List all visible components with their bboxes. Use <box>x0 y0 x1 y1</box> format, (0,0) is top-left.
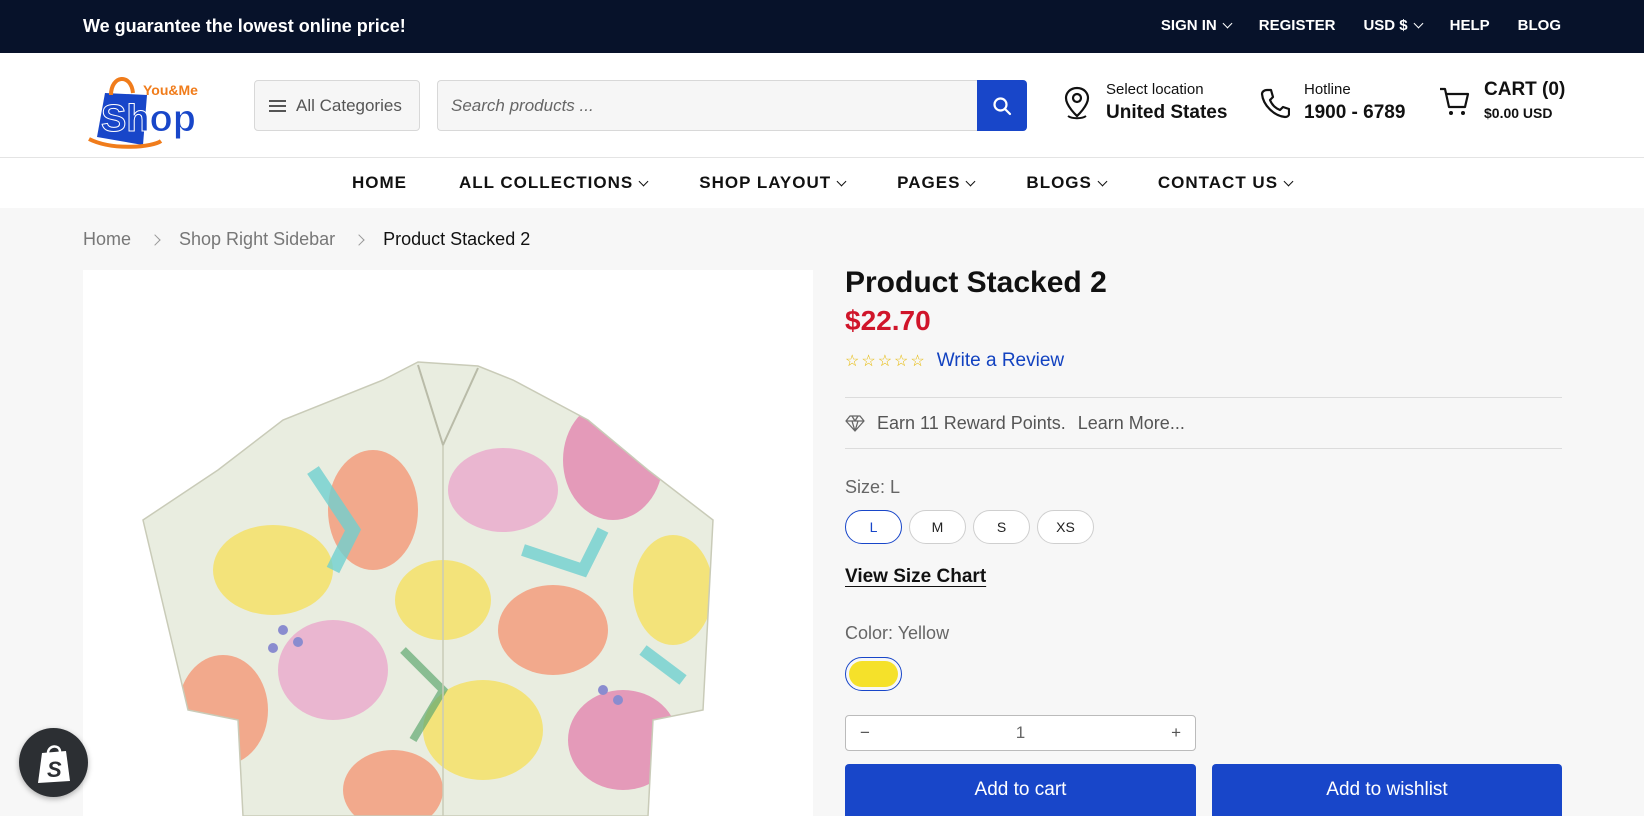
size-option-xs[interactable]: XS <box>1037 510 1094 544</box>
size-label: Size: L <box>845 477 901 497</box>
chevron-down-icon <box>638 176 649 186</box>
shop-logo[interactable]: You&Me Shop <box>83 65 215 150</box>
nav-shop-layout[interactable]: SHOP LAYOUT <box>699 173 847 193</box>
star-outline-icon: ☆ <box>894 353 909 370</box>
site-header: You&Me Shop All Categories Select locati… <box>0 53 1644 158</box>
reward-text: Earn 11 Reward Points. <box>877 412 1066 433</box>
location-pin-icon <box>1064 86 1090 119</box>
write-review-link[interactable]: Write a Review <box>937 350 1064 372</box>
product-image[interactable] <box>83 270 813 816</box>
top-nav: SIGN IN REGISTER USD $ HELP BLOG <box>1161 17 1561 34</box>
sign-in-link[interactable]: SIGN IN <box>1161 17 1233 34</box>
learn-more-link[interactable]: Learn More... <box>1078 413 1185 434</box>
search-input[interactable] <box>437 80 977 131</box>
color-label: Color: Yellow <box>845 623 950 643</box>
chevron-down-icon <box>1222 18 1233 29</box>
chevron-right-icon <box>149 233 161 246</box>
cart-button[interactable]: CART (0) $0.00 USD <box>1438 79 1565 121</box>
rating-row: ☆ ☆ ☆ ☆ ☆ Write a Review <box>845 350 1064 372</box>
cart-icon <box>1440 87 1470 115</box>
currency-selector[interactable]: USD $ <box>1363 17 1424 34</box>
nav-blogs[interactable]: BLOGS <box>1026 173 1108 193</box>
color-swatch-yellow[interactable] <box>845 657 902 691</box>
star-outline-icon: ☆ <box>845 353 860 370</box>
star-outline-icon: ☆ <box>861 353 876 370</box>
size-options: L M S XS <box>845 510 1094 544</box>
star-outline-icon: ☆ <box>910 353 925 370</box>
top-bar: We guarantee the lowest online price! SI… <box>0 0 1644 53</box>
add-to-cart-button[interactable]: Add to cart <box>845 764 1196 816</box>
add-to-wishlist-button[interactable]: Add to wishlist <box>1212 764 1562 816</box>
nav-home[interactable]: HOME <box>352 173 407 193</box>
location-selector[interactable]: Select location United States <box>1062 81 1227 124</box>
size-option-m[interactable]: M <box>909 510 966 544</box>
star-rating: ☆ ☆ ☆ ☆ ☆ <box>845 351 925 371</box>
breadcrumb-home[interactable]: Home <box>83 229 131 250</box>
shopify-badge[interactable]: S <box>19 728 88 797</box>
product-title: Product Stacked 2 <box>845 266 1107 299</box>
nav-pages[interactable]: PAGES <box>897 173 976 193</box>
chevron-down-icon <box>1283 176 1294 186</box>
chevron-down-icon <box>836 176 847 186</box>
search-button[interactable] <box>977 80 1027 131</box>
search-icon <box>993 96 1012 115</box>
quantity-input[interactable] <box>990 723 1051 743</box>
chevron-down-icon <box>1413 18 1424 29</box>
svg-text:You&Me: You&Me <box>143 82 198 98</box>
reward-points-row: Earn 11 Reward Points. Learn More... <box>845 397 1562 449</box>
quantity-stepper: − + <box>845 715 1196 751</box>
breadcrumb-current: Product Stacked 2 <box>383 229 531 249</box>
breadcrumb: Home Shop Right Sidebar Product Stacked … <box>83 229 530 250</box>
menu-icon <box>269 99 286 112</box>
view-size-chart-link[interactable]: View Size Chart <box>845 566 986 588</box>
search-bar <box>437 80 1027 131</box>
diamond-icon <box>845 415 865 432</box>
swatch-fill <box>849 661 898 687</box>
product-price: $22.70 <box>845 305 931 336</box>
promo-text: We guarantee the lowest online price! <box>83 16 406 36</box>
shirt-image <box>142 361 714 816</box>
main-nav: HOME ALL COLLECTIONS SHOP LAYOUT PAGES B… <box>0 158 1644 208</box>
quantity-decrease-button[interactable]: − <box>860 723 870 743</box>
nav-all-collections[interactable]: ALL COLLECTIONS <box>459 173 649 193</box>
svg-text:Shop: Shop <box>101 98 196 140</box>
chevron-down-icon <box>965 176 976 186</box>
nav-contact-us[interactable]: CONTACT US <box>1158 173 1294 193</box>
svg-text:S: S <box>47 757 62 782</box>
chevron-down-icon <box>1097 176 1108 186</box>
size-option-l[interactable]: L <box>845 510 902 544</box>
star-outline-icon: ☆ <box>877 353 893 370</box>
size-option-s[interactable]: S <box>973 510 1030 544</box>
chevron-right-icon <box>353 233 365 246</box>
help-link[interactable]: HELP <box>1450 17 1490 34</box>
shopify-bag-icon: S <box>37 744 70 783</box>
breadcrumb-shop-right-sidebar[interactable]: Shop Right Sidebar <box>179 229 335 250</box>
register-link[interactable]: REGISTER <box>1259 17 1336 34</box>
hotline[interactable]: Hotline 1900 - 6789 <box>1260 81 1405 124</box>
all-categories-button[interactable]: All Categories <box>254 80 420 131</box>
phone-icon <box>1260 88 1290 118</box>
quantity-increase-button[interactable]: + <box>1171 723 1181 743</box>
blog-link[interactable]: BLOG <box>1518 17 1561 34</box>
